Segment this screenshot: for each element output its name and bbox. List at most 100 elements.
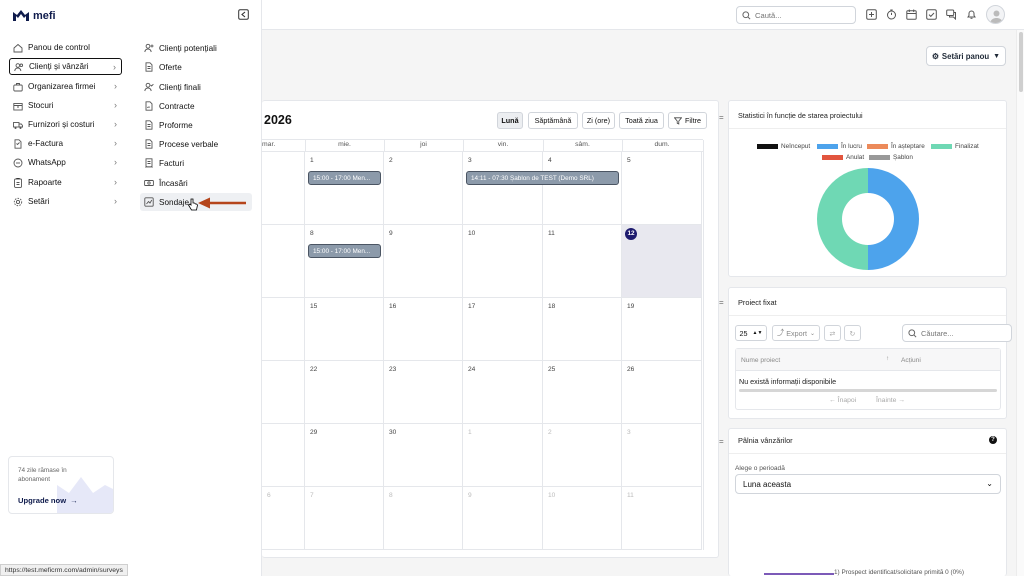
calendar-day-cell[interactable]: 22 (305, 361, 384, 424)
day-number[interactable]: 4 (548, 157, 552, 164)
calendar-event[interactable]: 15:00 - 17:00 Men... (308, 171, 381, 185)
submenu-item-facturi[interactable]: Facturi (140, 154, 252, 172)
calendar-day-cell[interactable]: 8 (305, 225, 384, 298)
calendar-day-cell[interactable]: 15 (305, 298, 384, 361)
day-number[interactable]: 15 (310, 303, 317, 310)
submenu-item-clienți-potențiali[interactable]: Clienți potențiali (140, 39, 252, 57)
timer-icon[interactable] (886, 9, 897, 20)
calendar-day-cell[interactable] (262, 152, 305, 225)
calendar-day-cell[interactable]: 2 (543, 424, 622, 487)
legend-item[interactable]: Șablon (869, 154, 913, 161)
day-number[interactable]: 1 (310, 157, 314, 164)
calendar-day-cell[interactable]: 25 (543, 361, 622, 424)
search-box[interactable] (736, 6, 856, 24)
day-number[interactable]: 17 (468, 303, 475, 310)
collapse-sidebar-button[interactable] (238, 9, 249, 20)
calendar-day-cell[interactable]: 11 (543, 225, 622, 298)
drag-handle-icon[interactable]: = (719, 437, 724, 446)
table-search-box[interactable] (902, 324, 1012, 342)
submenu-item-oferte[interactable]: Oferte (140, 58, 252, 76)
export-button[interactable]: ⤴ Export ⌄ (772, 325, 820, 341)
day-number[interactable]: 26 (627, 366, 634, 373)
sidebar-item-e-factura[interactable]: e-Factura › (9, 135, 122, 152)
view-button-2[interactable]: Zi (ore) (582, 112, 615, 129)
sidebar-item-whatsapp[interactable]: WhatsApp › (9, 154, 122, 171)
donut-slice-în-lucru[interactable] (868, 168, 919, 270)
calendar-icon[interactable] (906, 9, 917, 20)
calendar-day-cell[interactable]: 18 (543, 298, 622, 361)
day-number[interactable]: 11 (548, 230, 555, 237)
day-number[interactable]: 2 (389, 157, 393, 164)
calendar-day-cell[interactable]: 16 (384, 298, 463, 361)
calendar-day-cell[interactable]: 19 (622, 298, 702, 361)
day-number[interactable]: 29 (310, 429, 317, 436)
calendar-day-cell[interactable]: 11 (622, 487, 702, 550)
day-number[interactable]: 5 (627, 157, 631, 164)
day-number[interactable]: 6 (267, 492, 271, 499)
day-number[interactable]: 9 (389, 230, 393, 237)
sort-icon[interactable]: ↑ (886, 356, 889, 362)
upgrade-button[interactable]: Upgrade now → (18, 496, 78, 505)
legend-item[interactable]: Anulat (822, 154, 864, 161)
sidebar-item-setări[interactable]: Setări › (9, 193, 122, 210)
legend-item[interactable]: Finalizat (931, 143, 979, 150)
view-button-3[interactable]: Toată ziua (619, 112, 664, 129)
today-badge[interactable]: 12 (625, 228, 637, 240)
filters-button[interactable]: Filtre (668, 112, 707, 129)
column-header-name[interactable]: Nume proiect (741, 357, 780, 364)
submenu-item-clienți-finali[interactable]: Clienți finali (140, 78, 252, 96)
bell-icon[interactable] (966, 9, 977, 20)
next-page-button[interactable]: Înainte → (876, 397, 905, 404)
sidebar-item-furnizori-și-costuri[interactable]: Furnizori și costuri › (9, 116, 122, 133)
calendar-day-cell[interactable] (262, 298, 305, 361)
calendar-day-cell[interactable]: 1 (463, 424, 543, 487)
calendar-scrollbar[interactable] (703, 140, 710, 550)
submenu-item-încasări[interactable]: Încasări (140, 174, 252, 192)
calendar-day-cell[interactable] (262, 361, 305, 424)
day-number[interactable]: 3 (468, 157, 472, 164)
day-number[interactable]: 1 (468, 429, 472, 436)
day-number[interactable]: 10 (468, 230, 475, 237)
sidebar-item-rapoarte[interactable]: Rapoarte › (9, 174, 122, 191)
day-number[interactable]: 18 (548, 303, 555, 310)
sidebar-item-stocuri[interactable]: Stocuri › (9, 97, 122, 114)
calendar-day-cell[interactable]: 7 (305, 487, 384, 550)
day-number[interactable]: 2 (548, 429, 552, 436)
submenu-item-proforme[interactable]: Proforme (140, 116, 252, 134)
calendar-day-cell[interactable]: 1 (305, 152, 384, 225)
day-number[interactable]: 8 (310, 230, 314, 237)
user-avatar[interactable] (986, 5, 1005, 24)
calendar-day-cell[interactable] (262, 225, 305, 298)
calendar-day-cell[interactable]: 5 (622, 152, 702, 225)
toggle-columns-button[interactable]: ⇄ (824, 325, 841, 341)
submenu-item-contracte[interactable]: Contracte (140, 97, 252, 115)
help-icon[interactable]: ? (989, 436, 997, 444)
page-size-select[interactable]: 25 ▲▼ (735, 325, 767, 341)
day-number[interactable]: 16 (389, 303, 396, 310)
brand-logo[interactable]: mefi (12, 9, 56, 22)
period-select[interactable]: Luna aceasta ⌄ (735, 474, 1001, 494)
table-search-input[interactable] (921, 328, 1009, 338)
drag-handle-icon[interactable]: = (719, 113, 724, 122)
day-number[interactable]: 8 (389, 492, 393, 499)
prev-page-button[interactable]: ← Înapoi (829, 397, 856, 404)
calendar-day-cell[interactable]: 17 (463, 298, 543, 361)
page-scrollbar[interactable] (1016, 30, 1024, 576)
calendar-day-cell[interactable]: 2 (384, 152, 463, 225)
task-check-icon[interactable] (926, 9, 937, 20)
drag-handle-icon[interactable]: = (719, 298, 724, 307)
calendar-day-cell[interactable]: 8 (384, 487, 463, 550)
calendar-day-cell[interactable]: 4 (543, 152, 622, 225)
legend-item[interactable]: Neînceput (757, 143, 810, 150)
submenu-item-procese-verbale[interactable]: Procese verbale (140, 135, 252, 153)
day-number[interactable]: 10 (548, 492, 555, 499)
dashboard-settings-button[interactable]: ⚙ Setări panou ▼ (926, 46, 1006, 66)
donut-slice-finalizat[interactable] (817, 168, 868, 270)
day-number[interactable]: 30 (389, 429, 396, 436)
calendar-day-cell[interactable]: 24 (463, 361, 543, 424)
calendar-day-cell[interactable]: 29 (305, 424, 384, 487)
calendar-day-cell[interactable]: 23 (384, 361, 463, 424)
day-number[interactable]: 7 (310, 492, 314, 499)
day-number[interactable]: 19 (627, 303, 634, 310)
sidebar-item-organizarea-firmei[interactable]: Organizarea firmei › (9, 78, 122, 95)
